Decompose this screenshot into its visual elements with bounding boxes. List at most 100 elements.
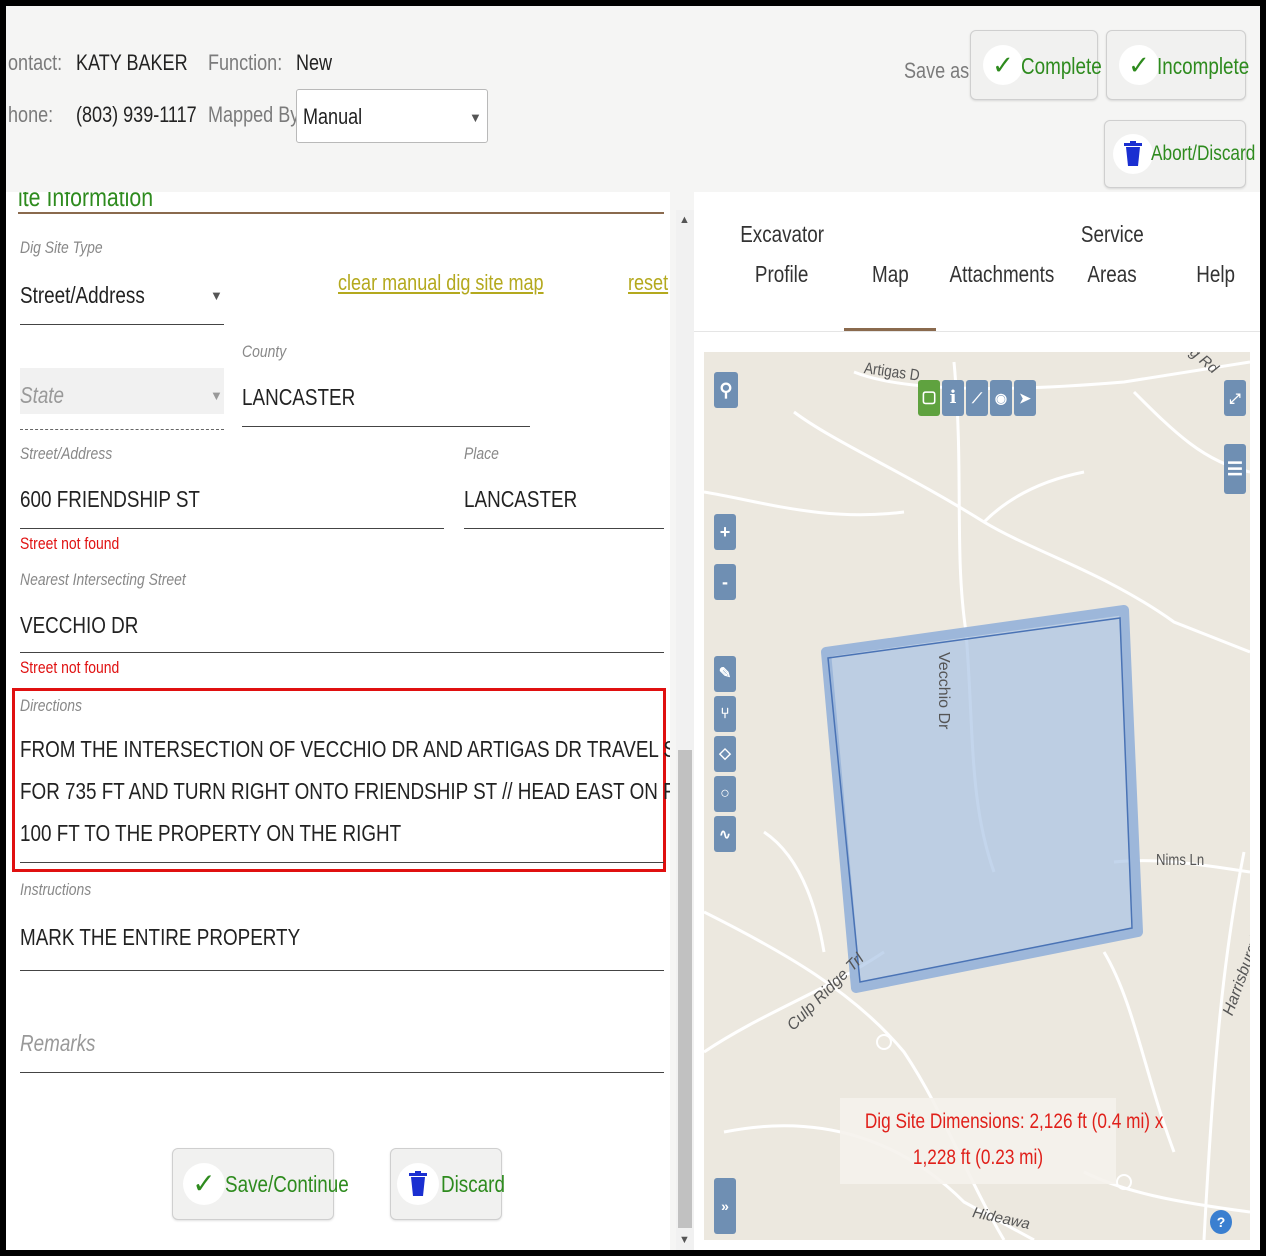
edit-icon[interactable]: ✎ (714, 656, 736, 692)
county-value[interactable]: LANCASTER (242, 384, 355, 411)
expand-icon[interactable]: ⤢ (1224, 380, 1246, 416)
scroll-down-icon[interactable]: ▼ (679, 1234, 690, 1246)
tab-attachments-label: Attachments (949, 261, 1055, 287)
state-select[interactable]: State ▼ (20, 368, 224, 414)
scroll-up-icon[interactable]: ▲ (679, 214, 690, 226)
county-underline (242, 426, 530, 427)
check-icon: ✓ (183, 1163, 225, 1205)
tab-separator (694, 331, 1260, 332)
check-icon: ✓ (983, 45, 1023, 85)
phone-label: hone: (8, 102, 54, 127)
contact-label: ontact: (8, 50, 63, 75)
discard-button[interactable]: Discard (390, 1148, 505, 1220)
dig-site-form: ite Information Dig Site Type Street/Add… (6, 192, 670, 1250)
street-error: Street not found (20, 534, 120, 553)
instructions-input[interactable]: MARK THE ENTIRE PROPERTY (20, 924, 300, 951)
function-value: New (296, 50, 333, 75)
state-underline (20, 428, 224, 430)
directions-line: FROM THE INTERSECTION OF VECCHIO DR AND … (20, 736, 670, 762)
help-icon[interactable]: ? (1210, 1210, 1232, 1234)
abort-discard-button[interactable]: Abort/Discard (1104, 120, 1255, 188)
intersect-label: Nearest Intersecting Street (20, 570, 186, 589)
discard-label: Discard (441, 1171, 505, 1197)
instructions-underline (20, 970, 664, 971)
directions-line: FOR 735 FT AND TURN RIGHT ONTO FRIENDSHI… (20, 778, 670, 804)
trash-icon (397, 1163, 439, 1205)
phone-value: (803) 939-1117 (76, 102, 197, 127)
search-icon[interactable]: ⚲ (714, 372, 738, 408)
app-window: ontact: KATY BAKER hone: (803) 939-1117 … (6, 6, 1260, 1250)
place-underline (464, 528, 664, 529)
remarks-underline (20, 1072, 664, 1073)
tab-service-line2: Areas (1087, 261, 1137, 287)
navigate-icon[interactable]: ➤ (1014, 380, 1036, 416)
location-pin-icon[interactable]: ◉ (990, 380, 1012, 416)
street-input[interactable]: 600 FRIENDSHIP ST (20, 486, 200, 513)
street-underline (20, 528, 444, 529)
layers-menu-icon[interactable]: ☰ (1224, 444, 1246, 494)
collapse-panel-icon[interactable]: » (714, 1178, 736, 1234)
dig-site-dimensions: Dig Site Dimensions: 2,126 ft (0.4 mi) x… (840, 1098, 1164, 1184)
comment-icon[interactable]: ▢ (918, 380, 940, 416)
directions-underline (20, 862, 664, 863)
road-label-nims: Nims Ln (1156, 852, 1205, 869)
ruler-icon[interactable]: ⟋ (966, 380, 988, 416)
intersect-input[interactable]: VECCHIO DR (20, 612, 138, 639)
map-canvas[interactable]: Artigas D Vecchio Dr Nims Ln Harrisburg … (704, 352, 1250, 1240)
branch-icon[interactable]: ⑂ (714, 696, 736, 732)
map-panel: Excavator Profile Map Attachments Servic… (694, 192, 1260, 1250)
state-placeholder: State (20, 382, 65, 408)
dims-line-2: 1,228 ft (0.23 mi) (912, 1146, 1044, 1169)
dims-line-1: Dig Site Dimensions: 2,126 ft (0.4 mi) x (864, 1110, 1164, 1133)
circle-icon[interactable]: ○ (714, 776, 736, 812)
complete-button[interactable]: ✓ Complete (970, 30, 1102, 100)
tab-map[interactable]: Map (854, 254, 926, 294)
scroll-thumb[interactable] (678, 750, 692, 1228)
intersect-error: Street not found (20, 658, 120, 677)
zoom-out-icon[interactable]: - (714, 564, 736, 600)
reset-link[interactable]: reset (628, 270, 668, 296)
contact-value: KATY BAKER (76, 50, 188, 75)
polygon-icon[interactable]: ◇ (714, 736, 736, 772)
tab-attachments[interactable]: Attachments (938, 254, 1066, 294)
tab-service-areas[interactable]: Service Areas (1062, 214, 1162, 294)
directions-label: Directions (20, 696, 82, 715)
trash-icon (1113, 134, 1153, 174)
complete-label: Complete (1021, 53, 1102, 79)
tab-excavator-line2: Profile (755, 261, 809, 287)
dig-site-type-label: Dig Site Type (20, 238, 103, 257)
section-title: ite Information (18, 192, 154, 212)
road-label-vecchio: Vecchio Dr (935, 652, 952, 730)
tab-excavator-line1: Excavator (740, 221, 824, 247)
save-continue-label: Save/Continue (225, 1171, 349, 1197)
function-label: Function: (208, 50, 283, 75)
directions-line: 100 FT TO THE PROPERTY ON THE RIGHT (20, 820, 402, 846)
instructions-label: Instructions (20, 880, 92, 899)
tab-help[interactable]: Help (1182, 254, 1250, 294)
tab-help-label: Help (1196, 261, 1236, 287)
tab-service-line1: Service (1080, 221, 1144, 247)
info-icon[interactable]: i (942, 380, 964, 416)
tab-excavator-profile[interactable]: Excavator Profile (722, 214, 842, 294)
clear-manual-map-link[interactable]: clear manual dig site map (338, 270, 544, 296)
header-bar: ontact: KATY BAKER hone: (803) 939-1117 … (6, 6, 1260, 192)
place-input[interactable]: LANCASTER (464, 486, 577, 513)
mapped-by-value: Manual (303, 104, 363, 129)
line-icon[interactable]: ∿ (714, 816, 736, 852)
tab-map-label: Map (871, 261, 909, 287)
form-scrollbar[interactable]: ▲ ▼ (676, 210, 694, 1250)
incomplete-label: Incomplete (1157, 53, 1250, 79)
save-continue-button[interactable]: ✓ Save/Continue (172, 1148, 349, 1220)
county-label: County (242, 342, 287, 361)
incomplete-button[interactable]: ✓ Incomplete (1106, 30, 1250, 100)
dig-site-type-value: Street/Address (20, 282, 145, 308)
mapped-by-select[interactable]: Manual ▼ (296, 89, 488, 143)
abort-discard-label: Abort/Discard (1151, 142, 1256, 165)
section-divider (18, 212, 664, 214)
zoom-in-icon[interactable]: + (714, 514, 736, 550)
chevron-down-icon: ▼ (469, 110, 482, 125)
intersect-underline (20, 652, 664, 653)
remarks-input[interactable]: Remarks (20, 1030, 95, 1057)
chevron-down-icon: ▼ (210, 288, 223, 303)
save-as-label: Save as: (904, 58, 975, 83)
